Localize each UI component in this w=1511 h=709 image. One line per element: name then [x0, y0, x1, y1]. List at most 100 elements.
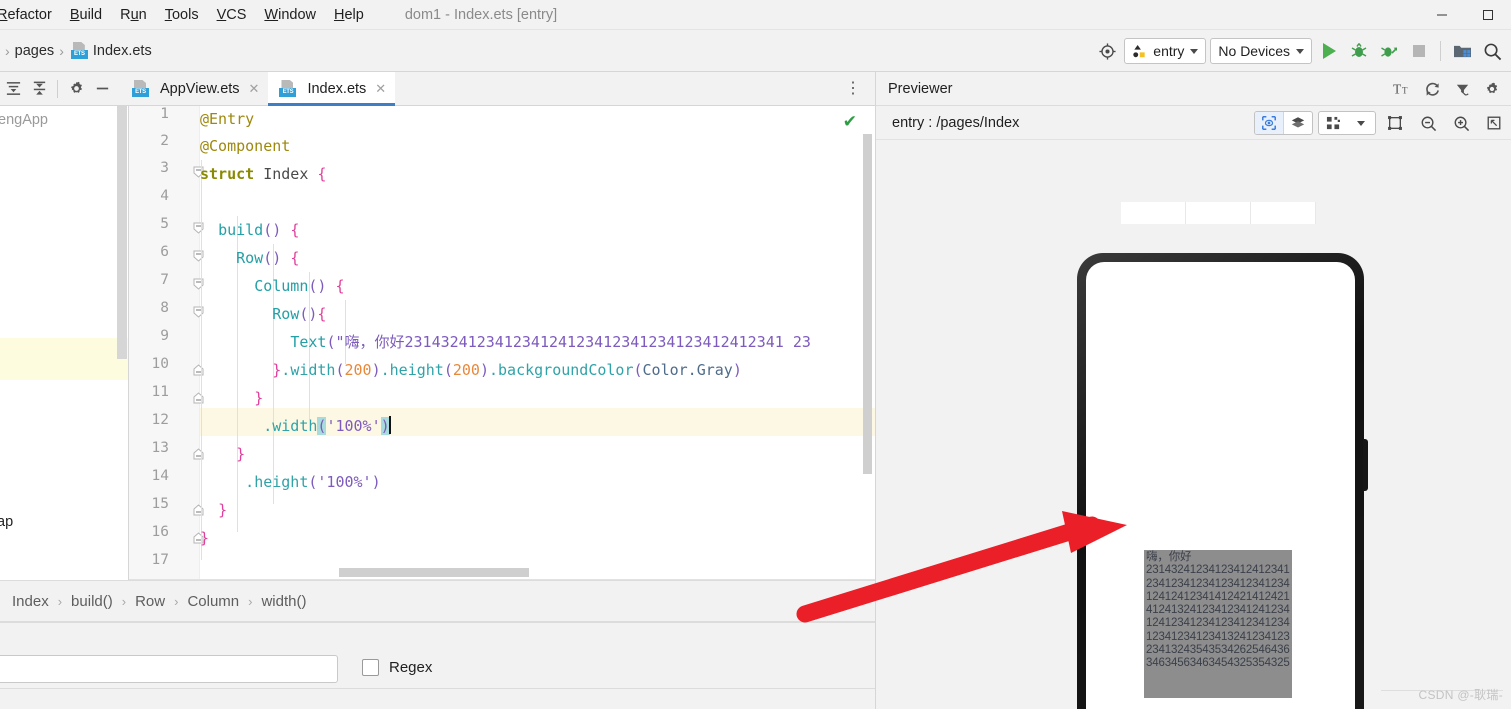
line-number: 14 — [151, 468, 169, 484]
refresh-icon[interactable] — [1418, 75, 1446, 103]
more-options-icon[interactable]: ⋮ — [845, 80, 861, 98]
structure-breadcrumb-bar: Index › build() › Row › Column › width() — [0, 580, 875, 622]
debug-icon[interactable] — [1346, 38, 1372, 64]
crumb-sep-icon: › — [57, 593, 63, 609]
chevron-down-icon-prev[interactable] — [1347, 112, 1375, 134]
crumb-width[interactable]: width() — [261, 593, 306, 610]
code-line-9: Text("嗨，你好231432412341234124123412341234… — [290, 333, 811, 351]
line-number: 17 — [151, 552, 169, 568]
previewer-canvas[interactable]: 嗨，你好 231432412341234124123412341234123412… — [876, 140, 1511, 709]
settings-icon[interactable] — [1478, 75, 1506, 103]
run-icon[interactable] — [1316, 38, 1342, 64]
tab-label-active: Index.ets — [307, 80, 367, 97]
breadcrumb-file[interactable]: Index.ets — [93, 43, 152, 59]
ets-file-icon: ETS — [70, 42, 88, 59]
layers-icon[interactable] — [1284, 112, 1312, 134]
editor-gutter[interactable]: 1 2 3 4 5 6 7 8 9 10 11 12 13 14 15 16 1… — [129, 106, 204, 580]
code-content[interactable]: @Entry @Component struct Index { build()… — [200, 106, 875, 580]
view-mode-toggle[interactable] — [1254, 111, 1313, 135]
crumb-row[interactable]: Row — [135, 593, 165, 610]
device-profile-dropdown[interactable] — [1318, 111, 1376, 135]
inspect-element-icon[interactable] — [1255, 112, 1283, 134]
device-selector[interactable]: No Devices — [1210, 38, 1312, 64]
device-manager-icon[interactable] — [1094, 38, 1120, 64]
watermark: CSDN @-耿瑞- — [1418, 688, 1503, 702]
breadcrumb-sep-icon-2: › — [59, 42, 64, 59]
settings-gear-icon[interactable] — [63, 76, 89, 102]
code-line-14: .height('100%') — [245, 473, 381, 491]
regex-label: Regex — [389, 659, 433, 676]
tab-index-ets[interactable]: ETS Index.ets ✕ — [268, 71, 396, 106]
search-input[interactable] — [0, 655, 338, 683]
select-frame-icon[interactable] — [1381, 109, 1409, 137]
code-editor[interactable]: 1 2 3 4 5 6 7 8 9 10 11 12 13 14 15 16 1… — [129, 106, 875, 580]
line-number: 6 — [160, 244, 169, 260]
collapse-all-icon[interactable] — [26, 76, 52, 102]
menu-item-refactor[interactable]: RRefactorefactor — [0, 0, 61, 30]
editor-tab-strip: ETS AppView.ets ✕ ETS Index.ets ✕ ⋮ — [0, 71, 875, 106]
crumb-sep-icon-2: › — [121, 593, 127, 609]
previewer-panel: Previewer T T entry: /pages/Index 嗨，你好 … — [875, 72, 1511, 709]
search-field[interactable] — [0, 656, 337, 682]
sliver-scrollbar[interactable] — [117, 106, 127, 359]
minimize-button[interactable] — [1419, 0, 1465, 30]
crumb-index[interactable]: Index — [12, 593, 49, 610]
sliver-fragment-mid: ap — [0, 514, 14, 530]
ets-file-icon-tab1: ETS — [132, 80, 149, 97]
menu-item-run[interactable]: Run — [111, 0, 156, 30]
crumb-sep-icon-3: › — [174, 593, 179, 609]
ide-window: RRefactorefactor Build Run Tools VCS Win… — [0, 0, 1511, 709]
maximize-button[interactable] — [1465, 0, 1511, 30]
menu-item-help[interactable]: Help — [325, 0, 373, 30]
preview-text: 嗨，你好 231432412341234124123412341234123412… — [1146, 551, 1290, 670]
code-line-10: }.width(200).height(200).backgroundColor… — [272, 361, 742, 379]
inspection-ok-icon[interactable]: ✔ — [843, 112, 857, 132]
tab-close-icon[interactable]: ✕ — [249, 81, 260, 97]
code-line-12: .width('100%') — [263, 416, 391, 435]
strip-divider — [57, 79, 58, 98]
fit-screen-icon[interactable] — [1480, 109, 1508, 137]
profile-icon[interactable] — [1376, 38, 1402, 64]
menu-item-tools[interactable]: Tools — [156, 0, 208, 30]
line-number: 3 — [160, 160, 169, 176]
hide-icon[interactable] — [89, 76, 115, 102]
stop-icon[interactable] — [1406, 38, 1432, 64]
code-line-7: Column() { — [254, 277, 345, 295]
menu-item-window[interactable]: Window — [255, 0, 325, 30]
window-controls — [1419, 0, 1511, 30]
line-number: 13 — [151, 440, 169, 456]
menu-item-vcs[interactable]: VCS — [208, 0, 256, 30]
zoom-in-icon[interactable] — [1447, 109, 1475, 137]
line-number: 8 — [160, 300, 169, 316]
breadcrumb-folder[interactable]: pages — [15, 43, 55, 59]
editor-vertical-scrollbar[interactable] — [863, 134, 872, 474]
regex-checkbox[interactable] — [362, 659, 379, 676]
regex-option[interactable]: Regex — [362, 659, 432, 676]
code-line-6: Row() { — [236, 249, 300, 267]
tab-close-icon-2[interactable]: ✕ — [375, 81, 386, 97]
search-everywhere-icon[interactable] — [1479, 38, 1505, 64]
line-number: 16 — [151, 524, 169, 540]
tab-appview-ets[interactable]: ETS AppView.ets ✕ — [121, 72, 268, 106]
expand-all-icon[interactable] — [0, 76, 26, 102]
crumb-build[interactable]: build() — [71, 593, 113, 610]
previewer-toolbar: entry : /pages/Index — [876, 106, 1511, 140]
menu-item-build[interactable]: Build — [61, 0, 111, 30]
toolbar-divider — [1440, 41, 1441, 61]
line-number: 10 — [151, 356, 169, 372]
inspector-icon[interactable] — [1448, 75, 1476, 103]
editor-horizontal-scrollbar[interactable] — [339, 568, 529, 577]
navigation-toolbar: › pages › ETS Index.ets entry No Devices — [0, 30, 1511, 72]
window-title: dom1 - Index.ets [entry] — [404, 6, 558, 23]
device-screen[interactable]: 嗨，你好 231432412341234124123412341234123412… — [1086, 262, 1355, 709]
crumb-column[interactable]: Column — [187, 593, 239, 610]
line-number: 15 — [151, 496, 169, 512]
zoom-out-icon[interactable] — [1414, 109, 1442, 137]
line-number: 7 — [160, 272, 169, 288]
device-grid-icon[interactable] — [1319, 112, 1347, 134]
code-line-16: } — [200, 529, 210, 547]
run-config-selector[interactable]: entry — [1124, 38, 1207, 64]
project-structure-icon[interactable] — [1449, 38, 1475, 64]
font-size-icon[interactable]: T T — [1388, 75, 1416, 103]
line-number: 9 — [160, 328, 169, 344]
